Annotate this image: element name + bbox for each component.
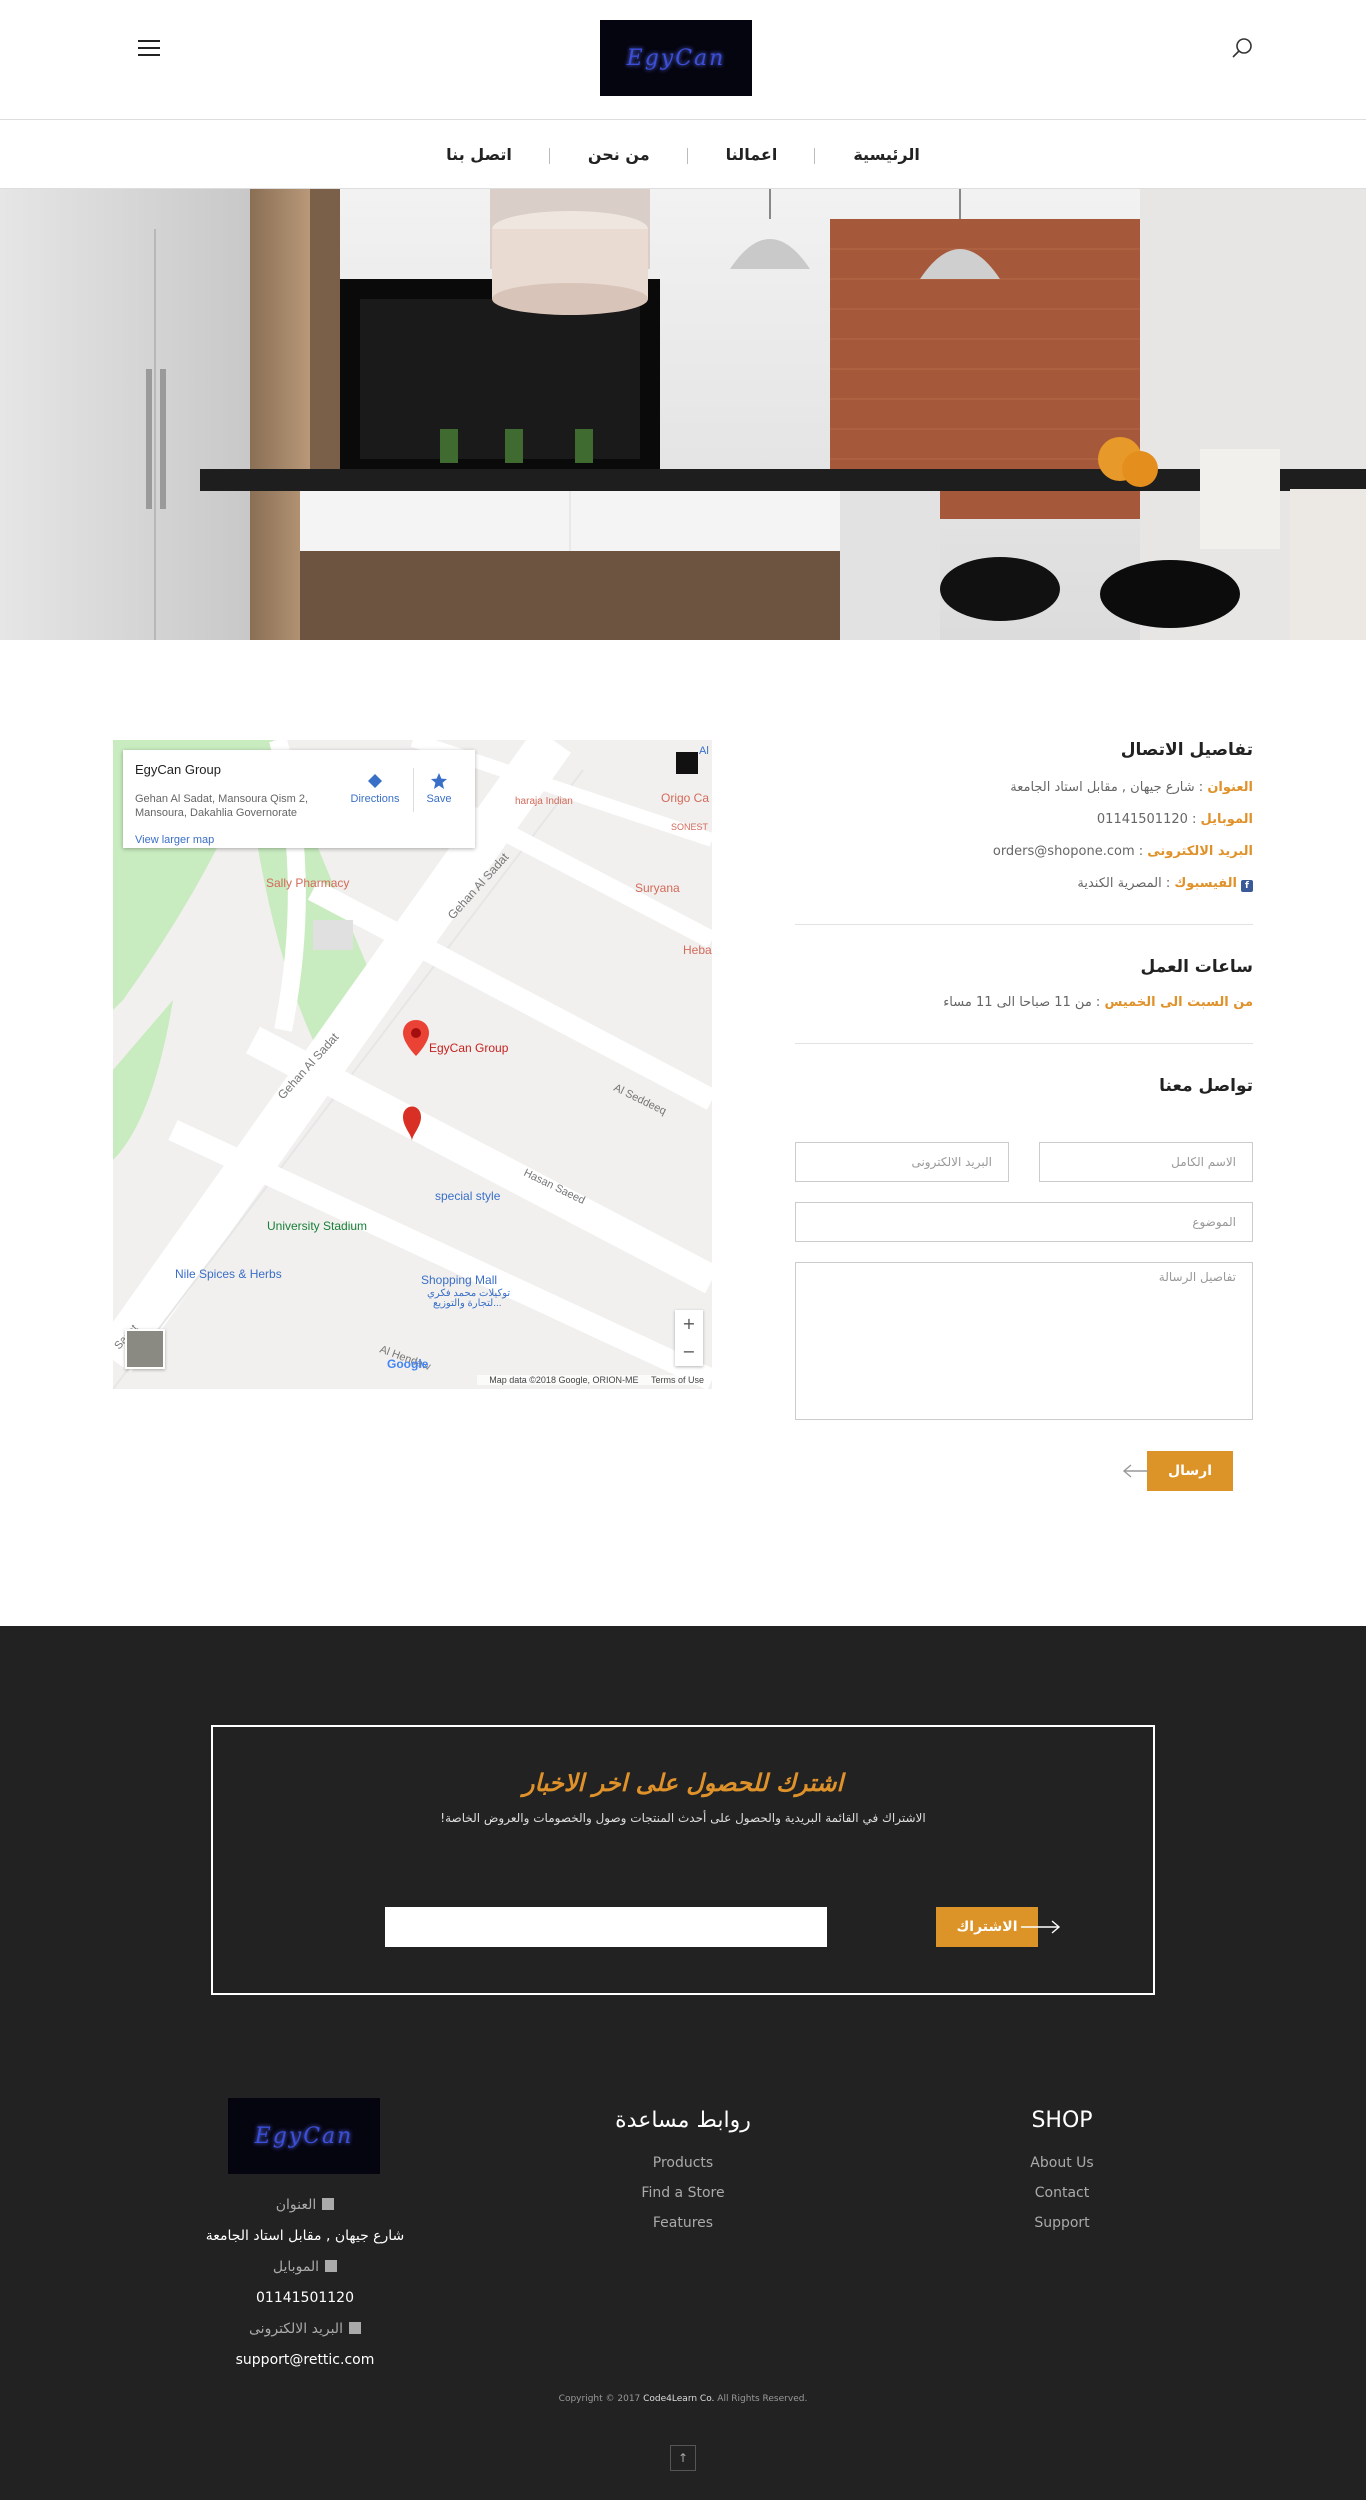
link-find-store[interactable]: Find a Store <box>583 2185 783 2201</box>
email-value[interactable]: : orders@shopone.com <box>993 844 1147 859</box>
kitchen-illustration <box>0 189 1366 640</box>
directions-label: Directions <box>350 793 400 805</box>
contact-details: تفاصيل الاتصال العنوان : شارع جيهان , مق… <box>795 740 1253 1096</box>
shop-title: SHOP <box>1031 2108 1093 2133</box>
place-card: EgyCan Group Gehan Al Sadat, Mansoura Qi… <box>123 750 475 848</box>
nav-contact[interactable]: اتصل بنا <box>408 145 550 164</box>
facebook-key: الفيسبوك <box>1174 876 1237 891</box>
hours-key: من السبت الى الخميس <box>1104 995 1253 1010</box>
site-logo[interactable]: EgyCan <box>600 20 752 96</box>
details-title: تفاصيل الاتصال <box>1120 740 1253 760</box>
page: EgyCan الرئيسية اعمالنا من نحن اتصل بنا <box>0 0 1366 2500</box>
footer-mobile-label: الموبايل <box>170 2252 440 2283</box>
nav-home[interactable]: الرئيسية <box>815 145 958 164</box>
address-line: العنوان : شارع جيهان , مقابل استاد الجام… <box>795 780 1253 798</box>
facebook-value[interactable]: : المصرية الكندية <box>1077 876 1174 891</box>
zoom-out-button[interactable]: − <box>675 1338 703 1366</box>
company-name: Code4Learn Co. <box>643 2394 715 2404</box>
star-icon <box>431 773 447 789</box>
view-larger-map-link[interactable]: View larger map <box>135 834 214 846</box>
message-textarea[interactable]: تفاصيل الرسالة <box>795 1262 1253 1420</box>
footer-logo[interactable]: EgyCan <box>228 2098 380 2174</box>
footer-email-value[interactable]: support@rettic.com <box>170 2345 440 2376</box>
place-title: EgyCan Group <box>135 762 221 777</box>
save-label: Save <box>426 793 452 805</box>
directions-button[interactable]: Directions <box>345 772 405 805</box>
help-title: روابط مساعدة <box>615 2108 751 2133</box>
footer-contact: العنوان شارع جيهان , مقابل استاد الجامعة… <box>170 2190 440 2376</box>
link-features[interactable]: Features <box>583 2215 783 2231</box>
hero-image <box>0 189 1366 640</box>
address-key: العنوان <box>1207 780 1253 795</box>
map-data-text: Map data ©2018 Google, ORION-ME <box>489 1375 639 1385</box>
newsletter-email-input[interactable] <box>385 1907 827 1947</box>
email-line: البريد الالكترونى : orders@shopone.com <box>795 844 1253 862</box>
subject-input[interactable]: الموضوع <box>795 1202 1253 1242</box>
hours-value: : من 11 صباحا الى 11 مساء <box>943 995 1105 1010</box>
nav-works[interactable]: اعمالنا <box>688 145 816 164</box>
link-support[interactable]: Support <box>1012 2215 1112 2231</box>
link-about[interactable]: About Us <box>1012 2155 1112 2171</box>
footer-address-value: شارع جيهان , مقابل استاد الجامعة <box>205 2228 405 2244</box>
menu-icon[interactable] <box>138 40 160 56</box>
facebook-icon: f <box>1241 880 1253 892</box>
envelope-icon <box>348 2322 361 2334</box>
phone-icon <box>325 2260 338 2272</box>
card-divider <box>413 768 414 812</box>
mobile-key: الموبايل <box>1200 812 1253 827</box>
help-links-column: روابط مساعدة Products Find a Store Featu… <box>583 2108 783 2231</box>
shop-links-column: SHOP About Us Contact Support <box>1012 2108 1112 2231</box>
terms-link[interactable]: Terms of Use <box>651 1375 704 1385</box>
mobile-value: : 01141501120 <box>1096 812 1201 827</box>
address-value: : شارع جيهان , مقابل استاد الجامعة <box>1010 780 1208 795</box>
logo-text: EgyCan <box>626 45 726 71</box>
email-input[interactable]: البريد الالكترونى <box>795 1142 1009 1182</box>
back-to-top-button[interactable]: ↑ <box>670 2445 696 2471</box>
arrow-right-icon <box>1021 1920 1061 1934</box>
newsletter-box: اشترك للحصول على اخر الاخبار الاشتراك في… <box>211 1725 1155 1995</box>
link-products[interactable]: Products <box>583 2155 783 2171</box>
newsletter-title: اشترك للحصول على اخر الاخبار <box>522 1769 844 1797</box>
footer-mobile-value: 01141501120 <box>256 2290 354 2306</box>
google-map[interactable]: EgyCan Group Gehan Al Sadat, Mansoura Qi… <box>113 740 712 1389</box>
zoom-in-button[interactable]: + <box>675 1310 703 1338</box>
footer-email-label: البريد الالكترونى <box>170 2314 440 2345</box>
search-icon[interactable] <box>1230 36 1254 60</box>
newsletter-subtitle: الاشتراك في القائمة البريدية والحصول على… <box>440 1811 926 1825</box>
facebook-line: f الفيسبوك : المصرية الكندية <box>795 876 1253 894</box>
arrow-left-icon <box>1122 1464 1148 1478</box>
section-divider <box>795 924 1253 925</box>
fullscreen-icon[interactable] <box>676 752 698 774</box>
footer-address-label: العنوان <box>170 2190 440 2221</box>
map-pin-icon[interactable] <box>401 1018 431 1058</box>
form-title: تواصل معنا <box>1159 1076 1253 1096</box>
street-view-icon[interactable] <box>125 1329 165 1369</box>
footer-logo-text: EgyCan <box>254 2123 354 2149</box>
name-input[interactable]: الاسم الكامل <box>1039 1142 1253 1182</box>
hours-line: من السبت الى الخميس : من 11 صباحا الى 11… <box>795 995 1253 1013</box>
directions-icon <box>368 774 382 788</box>
hours-title: ساعات العمل <box>1140 957 1253 977</box>
zoom-control: + − <box>675 1310 703 1366</box>
map-attribution: Map data ©2018 Google, ORION-ME Terms of… <box>477 1375 706 1385</box>
place-address: Gehan Al Sadat, Mansoura Qism 2, Mansour… <box>135 793 309 819</box>
site-header: EgyCan <box>0 0 1366 120</box>
mobile-line: الموبايل : 01141501120 <box>795 812 1253 830</box>
nav-about[interactable]: من نحن <box>550 145 688 164</box>
email-key: البريد الالكترونى <box>1147 844 1253 859</box>
section-divider <box>795 1043 1253 1044</box>
copyright: Copyright © 2017 Code4Learn Co. All Righ… <box>558 2394 808 2404</box>
home-icon <box>322 2198 335 2210</box>
link-contact[interactable]: Contact <box>1012 2185 1112 2201</box>
save-button[interactable]: Save <box>419 772 459 805</box>
send-button[interactable]: ارسال <box>1147 1451 1233 1491</box>
main-nav: الرئيسية اعمالنا من نحن اتصل بنا <box>0 121 1366 189</box>
